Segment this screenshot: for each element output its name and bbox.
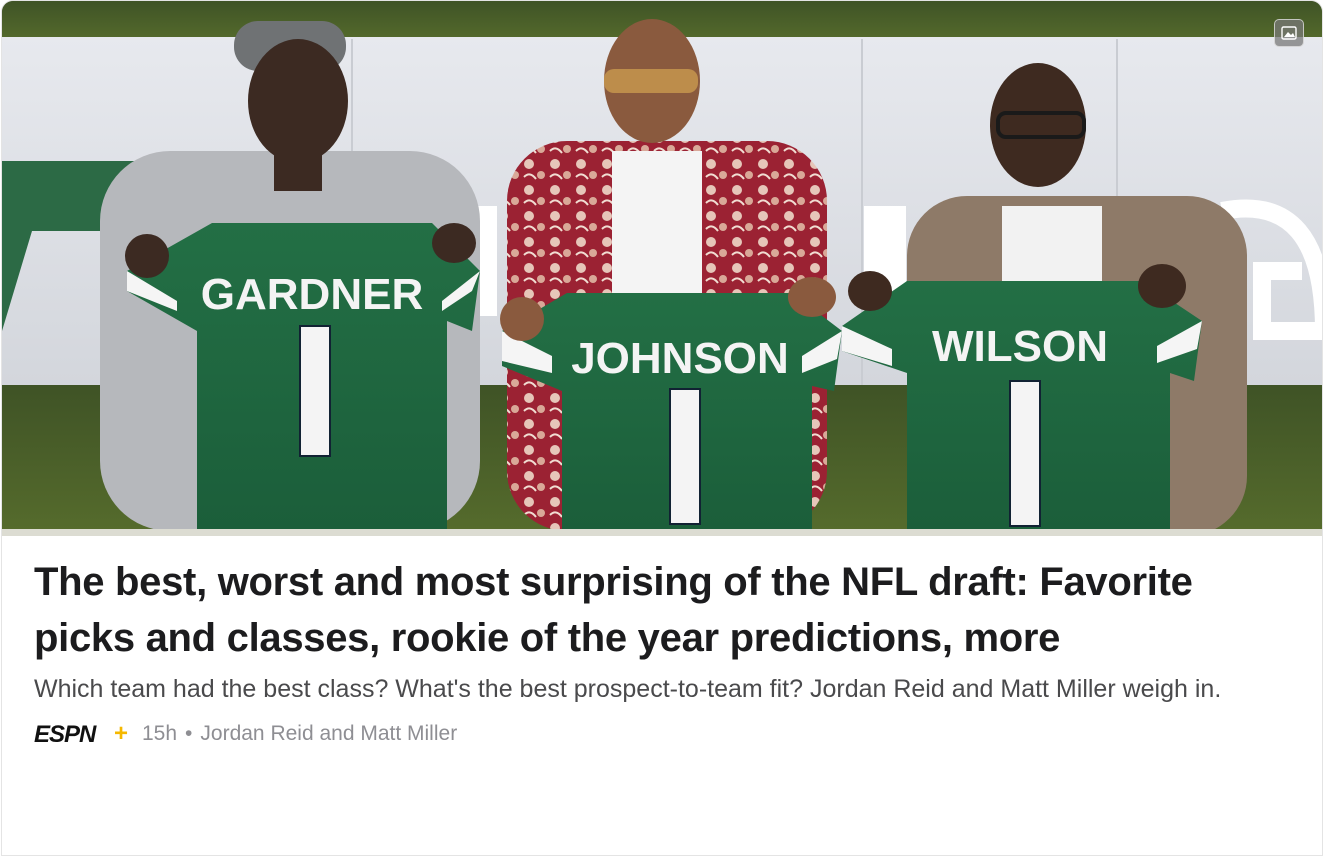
article-headline[interactable]: The best, worst and most surprising of t…	[34, 554, 1290, 666]
article-meta: ESPN + 15h • Jordan Reid and Matt Miller	[34, 722, 1290, 746]
time-ago: 15h	[142, 722, 178, 745]
hero-divider	[2, 529, 1322, 536]
article-body: The best, worst and most surprising of t…	[2, 536, 1322, 746]
article-authors: Jordan Reid and Matt Miller	[200, 722, 458, 745]
article-dek: Which team had the best class? What's th…	[34, 675, 1222, 703]
jersey-name-gardner: GARDNER	[201, 270, 423, 319]
espn-logo-text: ESPN	[34, 723, 97, 745]
meta-separator: •	[185, 722, 193, 745]
article-card[interactable]: GARDNER JOHNSON WILSON The best, worst a…	[1, 0, 1323, 856]
espn-plus-logo: ESPN +	[34, 723, 132, 745]
image-gallery-icon[interactable]	[1274, 19, 1304, 47]
espn-plus-sign: +	[114, 723, 128, 745]
hero-photo: GARDNER JOHNSON WILSON	[2, 1, 1322, 529]
jersey-name-johnson: JOHNSON	[571, 334, 789, 383]
jersey-name-wilson: WILSON	[932, 322, 1108, 371]
hero-image[interactable]: GARDNER JOHNSON WILSON	[2, 1, 1322, 529]
